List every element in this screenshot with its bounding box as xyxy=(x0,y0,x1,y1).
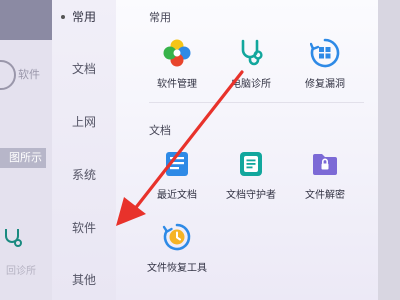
sidebar-item-common[interactable]: 常用 xyxy=(52,5,116,29)
sidebar-item-other[interactable]: 其他 xyxy=(52,268,116,292)
tile-label: 软件管理 xyxy=(157,79,197,90)
stethoscope-icon xyxy=(241,39,263,66)
sidebar-item-label: 其他 xyxy=(71,273,96,287)
tile-fix-vulnerabilities[interactable]: 修复漏洞 xyxy=(286,38,364,98)
background-titlebar xyxy=(0,0,52,40)
file-recovery-icon xyxy=(162,223,191,251)
clover-icon xyxy=(163,39,191,67)
tile-recent-docs[interactable]: 最近文档 xyxy=(138,149,216,209)
sidebar-item-docs[interactable]: 文档 xyxy=(52,57,116,81)
recent-docs-icon xyxy=(166,152,188,176)
tile-doc-guardian[interactable]: 文档守护者 xyxy=(212,149,290,209)
sidebar-item-label: 软件 xyxy=(71,221,96,235)
tile-label: 文件解密 xyxy=(305,190,345,201)
sidebar-item-label: 文档 xyxy=(71,62,96,76)
tools-panel: 常用 文档 上网 系统 软件 其他 常用 软件管理 电脑诊所 修复漏洞 文档 最… xyxy=(52,0,378,300)
background-sub-text: 回诊所 xyxy=(6,266,36,277)
tile-label: 修复漏洞 xyxy=(305,79,345,90)
tile-label: 最近文档 xyxy=(157,190,197,201)
background-stethoscope-icon xyxy=(5,229,22,247)
tile-pc-clinic[interactable]: 电脑诊所 xyxy=(212,38,290,98)
section-title-docs: 文档 xyxy=(149,125,171,137)
section-divider xyxy=(149,102,364,103)
doc-guard-icon xyxy=(240,152,262,176)
background-window: 软件 图所示 回诊所 xyxy=(0,0,52,300)
tile-label: 电脑诊所 xyxy=(231,79,271,90)
sidebar-item-software[interactable]: 软件 xyxy=(52,216,116,240)
tile-file-recovery[interactable]: 文件恢复工具 xyxy=(138,222,216,282)
tile-software-manager[interactable]: 软件管理 xyxy=(138,38,216,98)
sidebar-item-system[interactable]: 系统 xyxy=(52,163,116,187)
section-title-common: 常用 xyxy=(149,12,171,24)
tools-content: 常用 软件管理 电脑诊所 修复漏洞 文档 最近文档 文档守护者 文件解密 文件恢… xyxy=(116,0,378,300)
active-dot-icon xyxy=(61,15,65,19)
sidebar-item-label: 常用 xyxy=(71,10,96,24)
tile-label: 文件恢复工具 xyxy=(147,263,207,274)
sidebar-item-internet[interactable]: 上网 xyxy=(52,110,116,134)
background-circle-icon xyxy=(0,60,16,90)
background-chip: 图所示 xyxy=(0,148,46,168)
tile-label: 文档守护者 xyxy=(226,190,276,201)
right-edge-strip xyxy=(378,0,400,300)
sidebar-item-label: 系统 xyxy=(71,168,96,182)
background-faded-text: 软件 xyxy=(18,69,40,81)
folder-lock-icon xyxy=(313,154,337,175)
windows-repair-icon xyxy=(310,38,340,68)
category-sidebar: 常用 文档 上网 系统 软件 其他 xyxy=(52,0,116,300)
tile-file-decrypt[interactable]: 文件解密 xyxy=(286,149,364,209)
sidebar-item-label: 上网 xyxy=(71,115,96,129)
